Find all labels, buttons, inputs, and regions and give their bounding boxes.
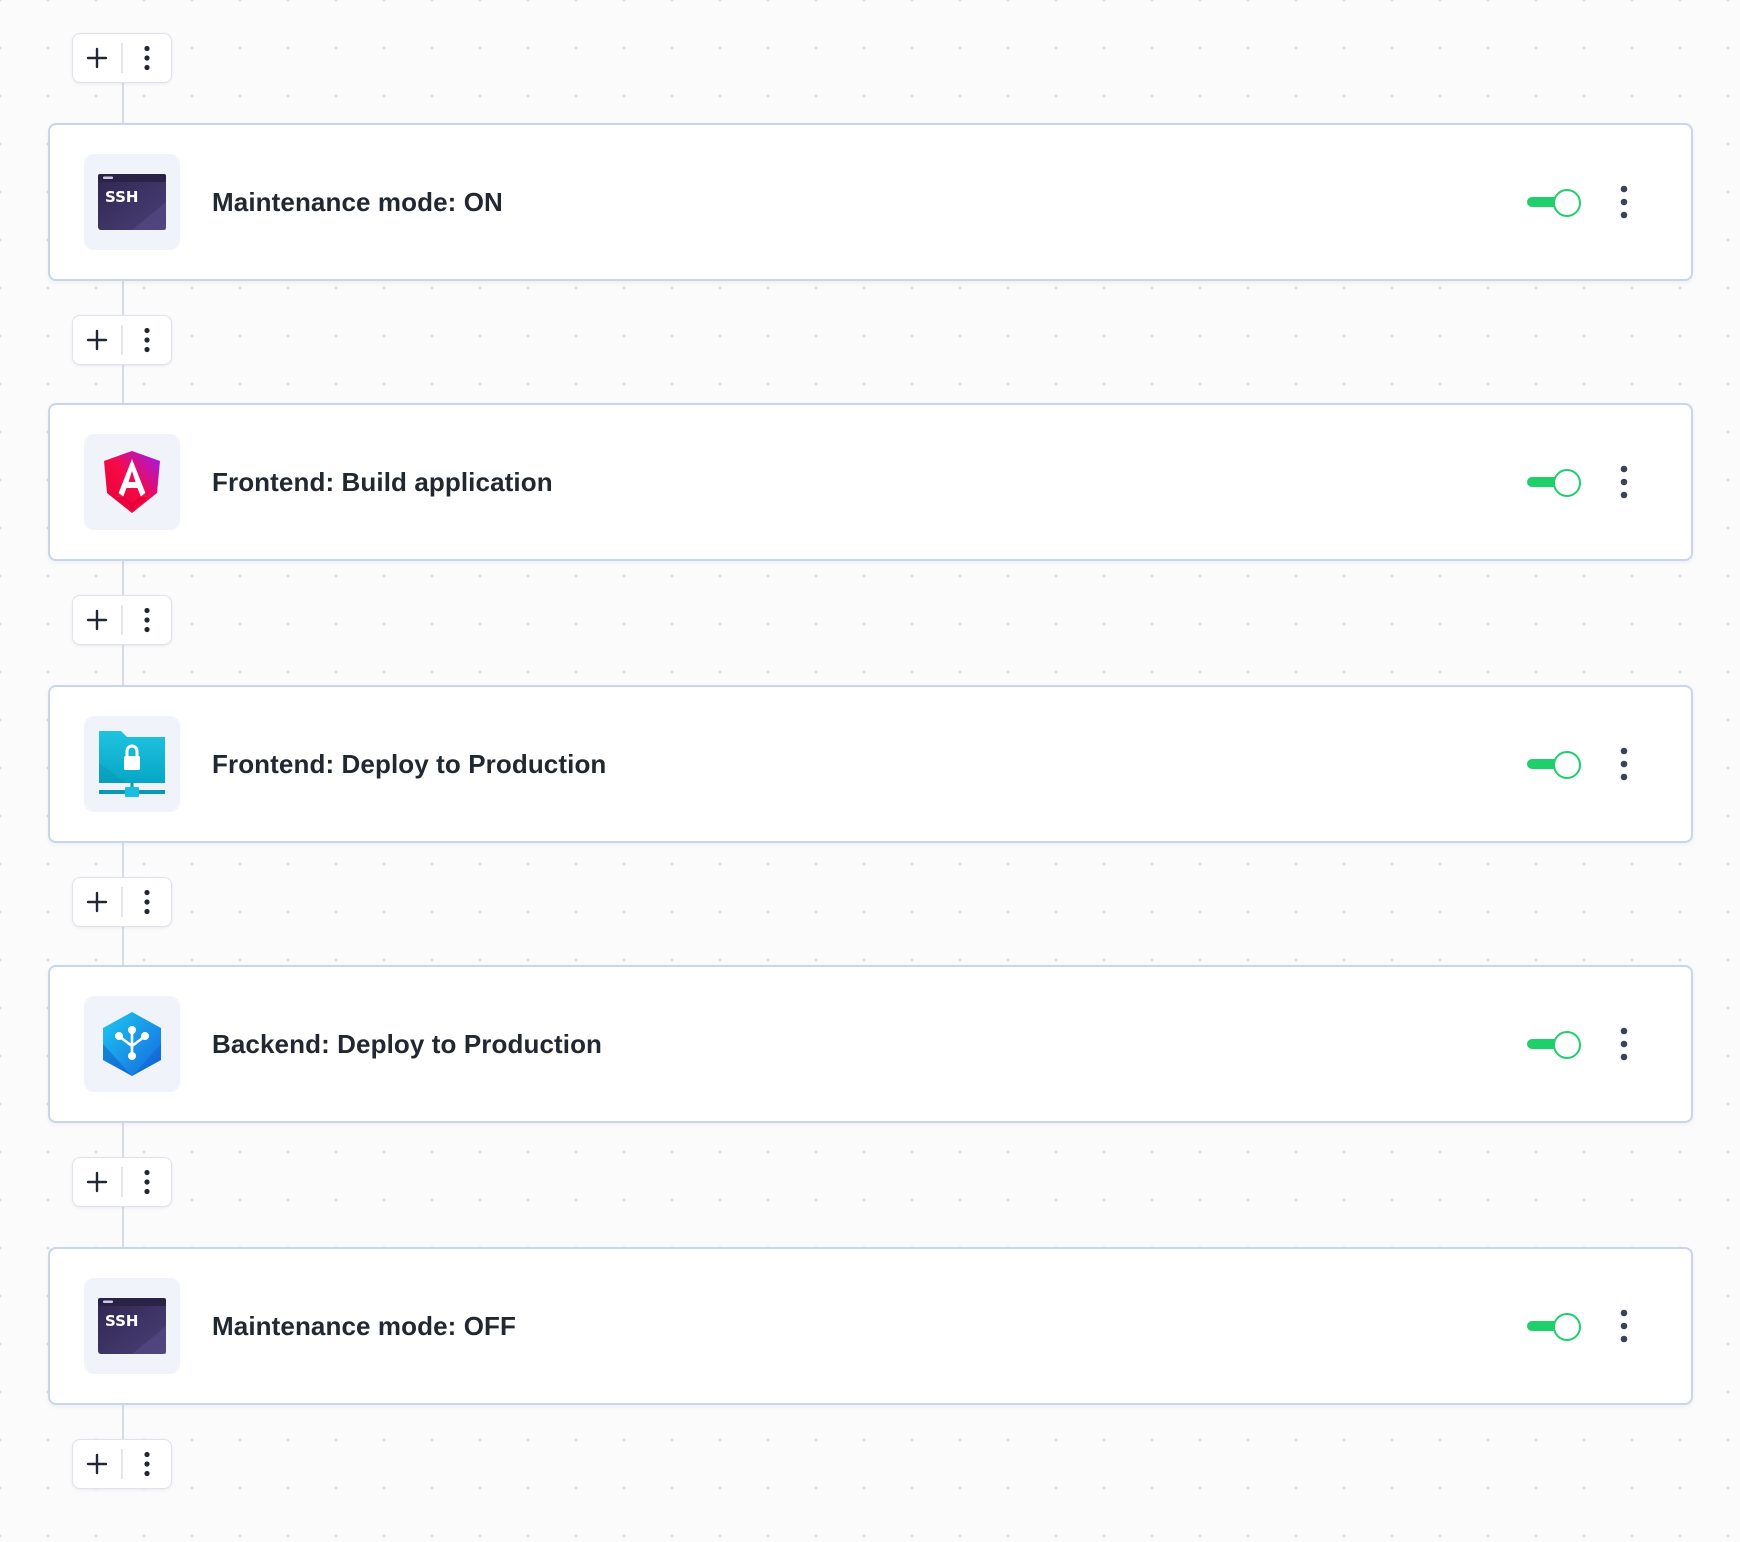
toggle-knob xyxy=(1553,469,1581,497)
pipeline-step[interactable]: SSH Maintenance mode: OFF xyxy=(48,1247,1693,1405)
more-vertical-icon xyxy=(1620,747,1628,781)
plus-icon xyxy=(86,47,108,69)
pipeline-step[interactable]: Frontend: Build application xyxy=(48,403,1693,561)
more-vertical-icon xyxy=(1620,1027,1628,1061)
add-step-button[interactable] xyxy=(73,316,121,364)
step-inserter xyxy=(72,315,172,365)
more-vertical-icon xyxy=(144,889,150,915)
pipeline-canvas: SSH Maintenance mode: ON Frontend: Build… xyxy=(0,0,1740,1542)
step-enabled-toggle[interactable] xyxy=(1525,1311,1581,1341)
more-vertical-icon xyxy=(1620,465,1628,499)
step-inserter xyxy=(72,595,172,645)
plus-icon xyxy=(86,891,108,913)
more-vertical-icon xyxy=(1620,1309,1628,1343)
connector-line xyxy=(122,642,124,686)
more-vertical-icon xyxy=(144,1451,150,1477)
pipeline-step[interactable]: Frontend: Deploy to Production xyxy=(48,685,1693,843)
step-enabled-toggle[interactable] xyxy=(1525,749,1581,779)
more-vertical-icon xyxy=(144,327,150,353)
inserter-more-button[interactable] xyxy=(123,1158,171,1206)
pipeline-step[interactable]: SSH Maintenance mode: ON xyxy=(48,123,1693,281)
plus-icon xyxy=(86,609,108,631)
connector-line xyxy=(122,362,124,404)
atomic-deploy-hexagon-icon xyxy=(103,1012,161,1076)
inserter-more-button[interactable] xyxy=(123,34,171,82)
angular-icon xyxy=(104,451,160,513)
step-icon-tile xyxy=(84,434,180,530)
plus-icon xyxy=(86,329,108,351)
step-inserter xyxy=(72,877,172,927)
more-vertical-icon xyxy=(144,1169,150,1195)
ssh-badge-text: SSH xyxy=(105,1312,139,1330)
more-vertical-icon xyxy=(1620,185,1628,219)
add-step-button[interactable] xyxy=(73,596,121,644)
plus-icon xyxy=(86,1171,108,1193)
more-vertical-icon xyxy=(144,45,150,71)
step-icon-tile xyxy=(84,996,180,1092)
inserter-more-button[interactable] xyxy=(123,878,171,926)
inserter-more-button[interactable] xyxy=(123,1440,171,1488)
ssh-terminal-icon: SSH xyxy=(98,1298,166,1354)
step-title: Backend: Deploy to Production xyxy=(212,1028,603,1059)
connector-line xyxy=(122,924,124,966)
step-title: Frontend: Deploy to Production xyxy=(212,748,607,779)
step-enabled-toggle[interactable] xyxy=(1525,1029,1581,1059)
ssh-badge-text: SSH xyxy=(105,188,139,206)
step-inserter xyxy=(72,33,172,83)
add-step-button[interactable] xyxy=(73,1158,121,1206)
step-inserter xyxy=(72,1439,172,1489)
step-more-button[interactable] xyxy=(1609,457,1639,507)
inserter-more-button[interactable] xyxy=(123,596,171,644)
connector-line xyxy=(122,1204,124,1248)
step-enabled-toggle[interactable] xyxy=(1525,187,1581,217)
step-icon-tile xyxy=(84,716,180,812)
step-more-button[interactable] xyxy=(1609,1301,1639,1351)
toggle-knob xyxy=(1553,1031,1581,1059)
ssh-terminal-icon: SSH xyxy=(98,174,166,230)
toggle-knob xyxy=(1553,1313,1581,1341)
inserter-more-button[interactable] xyxy=(123,316,171,364)
connector-line xyxy=(122,80,124,124)
more-vertical-icon xyxy=(144,607,150,633)
step-enabled-toggle[interactable] xyxy=(1525,467,1581,497)
toggle-knob xyxy=(1553,189,1581,217)
step-title: Maintenance mode: ON xyxy=(212,186,503,217)
step-inserter xyxy=(72,1157,172,1207)
add-step-button[interactable] xyxy=(73,878,121,926)
pipeline-step[interactable]: Backend: Deploy to Production xyxy=(48,965,1693,1123)
step-more-button[interactable] xyxy=(1609,177,1639,227)
step-more-button[interactable] xyxy=(1609,739,1639,789)
toggle-knob xyxy=(1553,751,1581,779)
plus-icon xyxy=(86,1453,108,1475)
sftp-folder-lock-icon xyxy=(99,731,165,797)
step-more-button[interactable] xyxy=(1609,1019,1639,1069)
add-step-button[interactable] xyxy=(73,1440,121,1488)
step-title: Maintenance mode: OFF xyxy=(212,1310,517,1341)
step-icon-tile: SSH xyxy=(84,154,180,250)
step-title: Frontend: Build application xyxy=(212,466,553,497)
step-icon-tile: SSH xyxy=(84,1278,180,1374)
add-step-button[interactable] xyxy=(73,34,121,82)
